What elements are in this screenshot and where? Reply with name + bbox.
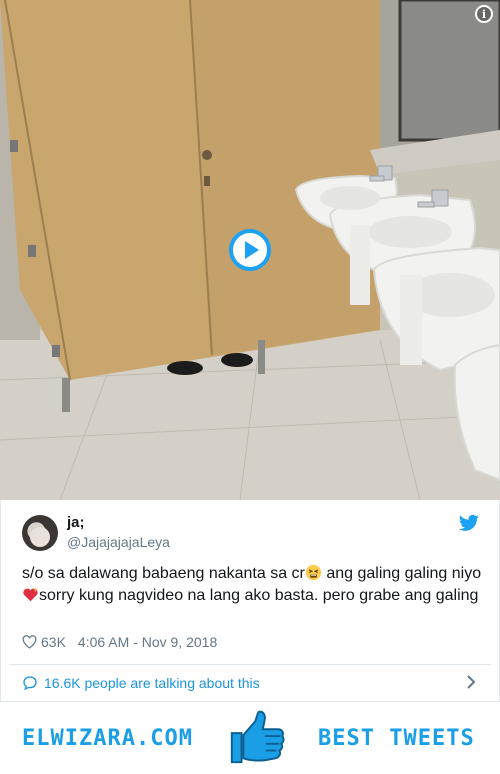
thumbs-up-icon xyxy=(230,710,285,764)
tweet-text-part: s/o sa dalawang babaeng nakanta sa cr xyxy=(22,565,305,582)
talking-about-text[interactable]: 16.6K people are talking about this xyxy=(44,675,260,691)
speech-bubble-icon xyxy=(23,676,37,691)
divider xyxy=(9,664,491,665)
tweet-text-part: ang galing galing niyo xyxy=(321,565,482,582)
video-player[interactable]: i xyxy=(0,0,500,500)
tweet-meta: 63K 4:06 AM - Nov 9, 2018 xyxy=(22,634,217,650)
tweet-card: ja; @JajajajajaLeya s/o sa dalawang baba… xyxy=(0,500,500,702)
tweet-text-part: sorry kung nagvideo na lang ako basta. p… xyxy=(39,587,479,604)
play-icon xyxy=(245,241,259,259)
display-name[interactable]: ja; xyxy=(67,514,85,531)
footer-banner: ELWIZARA.COM BEST TWEETS xyxy=(0,704,500,770)
avatar[interactable] xyxy=(22,515,58,551)
tired-face-emoji-icon xyxy=(305,564,322,581)
best-tweets-label: BEST TWEETS xyxy=(318,726,475,751)
like-count[interactable]: 63K xyxy=(41,634,66,650)
heart-icon[interactable] xyxy=(22,635,37,649)
site-name[interactable]: ELWIZARA.COM xyxy=(22,726,193,751)
play-button[interactable] xyxy=(229,229,271,271)
conversation-link[interactable]: 16.6K people are talking about this xyxy=(22,672,482,694)
twitter-bird-icon[interactable] xyxy=(459,514,479,532)
tweet-text: s/o sa dalawang babaeng nakanta sa cr an… xyxy=(22,563,482,607)
chevron-right-icon[interactable] xyxy=(466,675,476,689)
sparkling-heart-emoji-icon xyxy=(23,587,38,602)
timestamp[interactable]: 4:06 AM - Nov 9, 2018 xyxy=(78,634,217,650)
user-handle[interactable]: @JajajajajaLeya xyxy=(67,534,170,550)
info-icon[interactable]: i xyxy=(475,5,493,23)
